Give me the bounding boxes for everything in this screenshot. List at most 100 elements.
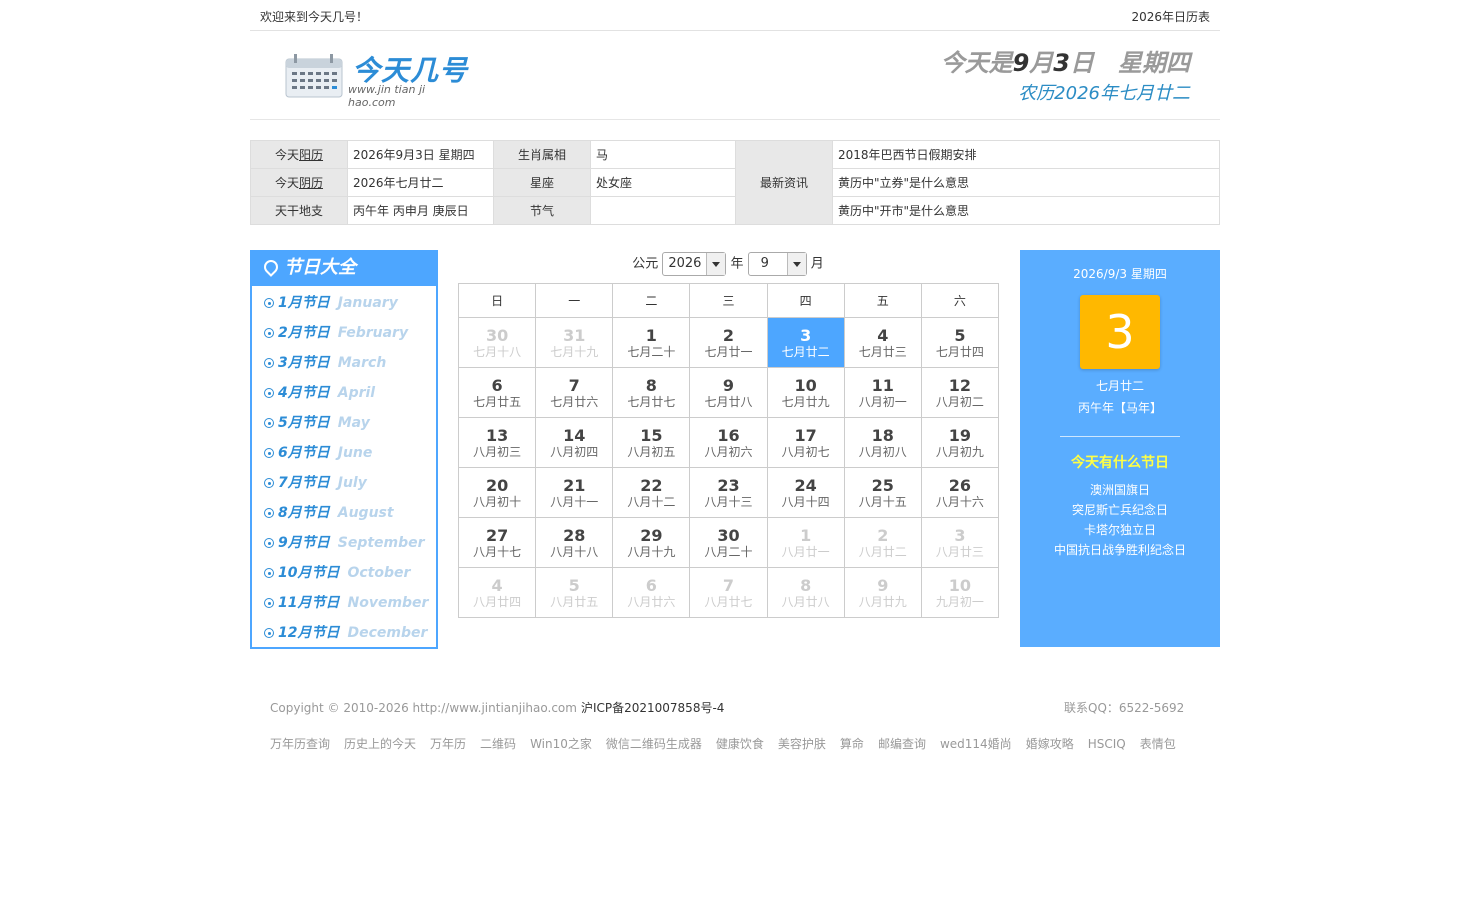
day-number: 4 [877,325,889,345]
month-festival-en: November [347,595,429,611]
day-number: 21 [563,475,586,495]
month-festival-item[interactable]: 7月节日 July [252,468,436,498]
festival-item[interactable]: 澳洲国旗日 [1020,480,1220,500]
festival-item[interactable]: 中国抗日战争胜利纪念日 [1020,540,1220,560]
calendar-day-cell[interactable]: 10 七月廿九 [766,367,845,418]
calendar-day-cell[interactable]: 26 八月十六 [920,467,1000,518]
calendar-day-cell[interactable]: 29 八月十九 [612,517,691,568]
calendar-day-cell[interactable]: 8 七月廿七 [612,367,691,418]
month-festival-item[interactable]: 2月节日 February [252,318,436,348]
calendar-day-cell[interactable]: 24 八月十四 [766,467,845,518]
calendar-day-cell[interactable]: 2 八月廿二 [843,517,922,568]
month-festival-item[interactable]: 5月节日 May [252,408,436,438]
calendar-day-cell[interactable]: 21 八月十一 [535,467,614,518]
calendar-day-cell[interactable]: 12 八月初二 [920,367,1000,418]
calendar-day-cell[interactable]: 7 七月廿六 [535,367,614,418]
month-festival-item[interactable]: 9月节日 September [252,528,436,558]
calendar-day-cell[interactable]: 5 七月廿四 [920,317,1000,368]
lunar-label-link[interactable]: 阴历 [299,176,323,190]
footer-link[interactable]: 美容护肤 [778,737,826,751]
calendar-day-cell[interactable]: 28 八月十八 [535,517,614,568]
calendar-day-cell[interactable]: 7 八月廿七 [689,567,768,618]
calendar-day-cell[interactable]: 4 八月廿四 [457,567,537,618]
calendar-day-cell[interactable]: 22 八月十二 [612,467,691,518]
calendar-day-cell[interactable]: 11 八月初一 [843,367,922,418]
month-festival-item[interactable]: 1月节日 January [252,288,436,318]
calendar-day-cell[interactable]: 1 七月二十 [612,317,691,368]
month-festival-item[interactable]: 8月节日 August [252,498,436,528]
day-number: 11 [871,375,894,395]
month-festival-cn: 10月节日 [278,565,340,581]
footer-link[interactable]: 微信二维码生成器 [606,737,702,751]
calendar-day-cell[interactable]: 18 八月初八 [843,417,922,468]
calendar-day-cell[interactable]: 27 八月十七 [457,517,537,568]
calendar-day-cell[interactable]: 16 八月初六 [689,417,768,468]
news-item[interactable]: 2018年巴西节日假期安排 [832,140,1220,169]
calendar-day-cell[interactable]: 2 七月廿一 [689,317,768,368]
calendar-day-cell[interactable]: 10 九月初一 [920,567,1000,618]
lunar-day: 八月十九 [627,544,676,559]
calendar-day-cell[interactable]: 31 七月十九 [535,317,614,368]
calendar-day-cell[interactable]: 1 八月廿一 [766,517,845,568]
footer-link[interactable]: 算命 [840,737,864,751]
calendar-day-cell[interactable]: 30 八月二十 [689,517,768,568]
icp-link[interactable]: 沪ICP备2021007858号-4 [581,701,724,715]
footer-link[interactable]: HSCIQ [1088,737,1126,751]
calendar-day-cell[interactable]: 19 八月初九 [920,417,1000,468]
year-select[interactable]: 2026 [662,252,727,276]
calendar-day-cell[interactable]: 20 八月初十 [457,467,537,518]
footer-link[interactable]: 邮编查询 [878,737,926,751]
calendar-day-cell[interactable]: 6 七月廿五 [457,367,537,418]
calendar-day-cell[interactable]: 30 七月十八 [457,317,537,368]
month-festival-item[interactable]: 3月节日 March [252,348,436,378]
lunar-day: 八月初九 [935,444,984,459]
month-festival-item[interactable]: 12月节日 December [252,618,436,648]
solar-label-link[interactable]: 阳历 [299,148,323,162]
era-label: 公元 [632,256,659,272]
solar-label-prefix: 今天 [274,148,299,162]
calendar-day-cell[interactable]: 9 七月廿八 [689,367,768,418]
day-number: 5 [568,575,580,595]
circle-dot-icon [264,448,274,458]
footer-link[interactable]: 万年历查询 [270,737,330,751]
footer-link[interactable]: Win10之家 [530,737,592,751]
month-festival-item[interactable]: 6月节日 June [252,438,436,468]
footer-link[interactable]: 二维码 [480,737,516,751]
calendar-day-cell[interactable]: 8 八月廿八 [766,567,845,618]
footer-link[interactable]: 历史上的今天 [344,737,416,751]
festival-item[interactable]: 突尼斯亡兵纪念日 [1020,500,1220,520]
calendar-day-cell[interactable]: 23 八月十三 [689,467,768,518]
footer-link[interactable]: 健康饮食 [716,737,764,751]
calendar-day-cell[interactable]: 5 八月廿五 [535,567,614,618]
festival-item[interactable]: 卡塔尔独立日 [1020,520,1220,540]
calendar-day-cell[interactable]: 13 八月初三 [457,417,537,468]
month-festival-item[interactable]: 4月节日 April [252,378,436,408]
calendar-day-cell[interactable]: 25 八月十五 [843,467,922,518]
news-item[interactable]: 黄历中"开市"是什么意思 [832,196,1220,225]
site-logo[interactable]: 今天几号 www.jin tian ji hao.com [278,45,468,109]
calendar-day-cell[interactable]: 17 八月初七 [766,417,845,468]
calendar-day-cell[interactable]: 4 七月廿三 [843,317,922,368]
footer-link[interactable]: 万年历 [430,737,466,751]
calendar-day-cell[interactable]: 15 八月初五 [612,417,691,468]
footer-link[interactable]: 表情包 [1140,737,1176,751]
month-select[interactable]: 9 [747,252,807,276]
calendar-day-cell[interactable]: 9 八月廿九 [843,567,922,618]
ganzhi-label: 天干地支 [250,196,348,225]
today-month-number: 9 [1012,49,1030,77]
weekday-header: 六 [920,283,1000,318]
month-festival-item[interactable]: 10月节日 October [252,558,436,588]
calendar-day-cell[interactable]: 6 八月廿六 [612,567,691,618]
footer-link[interactable]: 婚嫁攻略 [1026,737,1074,751]
calendar-day-cell[interactable]: 3 八月廿三 [920,517,1000,568]
footer-link[interactable]: wed114婚尚 [940,737,1012,751]
news-link[interactable]: 2018年巴西节日假期安排 [838,148,977,162]
month-festival-item[interactable]: 11月节日 November [252,588,436,618]
festival-heading: 今天有什么节日 [1071,455,1169,471]
news-link[interactable]: 黄历中"开市"是什么意思 [838,204,969,218]
calendar-day-cell[interactable]: 14 八月初四 [535,417,614,468]
calendar-day-cell-today[interactable]: 3 七月廿二 [766,317,845,368]
news-item[interactable]: 黄历中"立券"是什么意思 [832,168,1220,197]
news-link[interactable]: 黄历中"立券"是什么意思 [838,176,969,190]
year-calendar-link[interactable]: 2026年日历表 [1131,8,1210,25]
